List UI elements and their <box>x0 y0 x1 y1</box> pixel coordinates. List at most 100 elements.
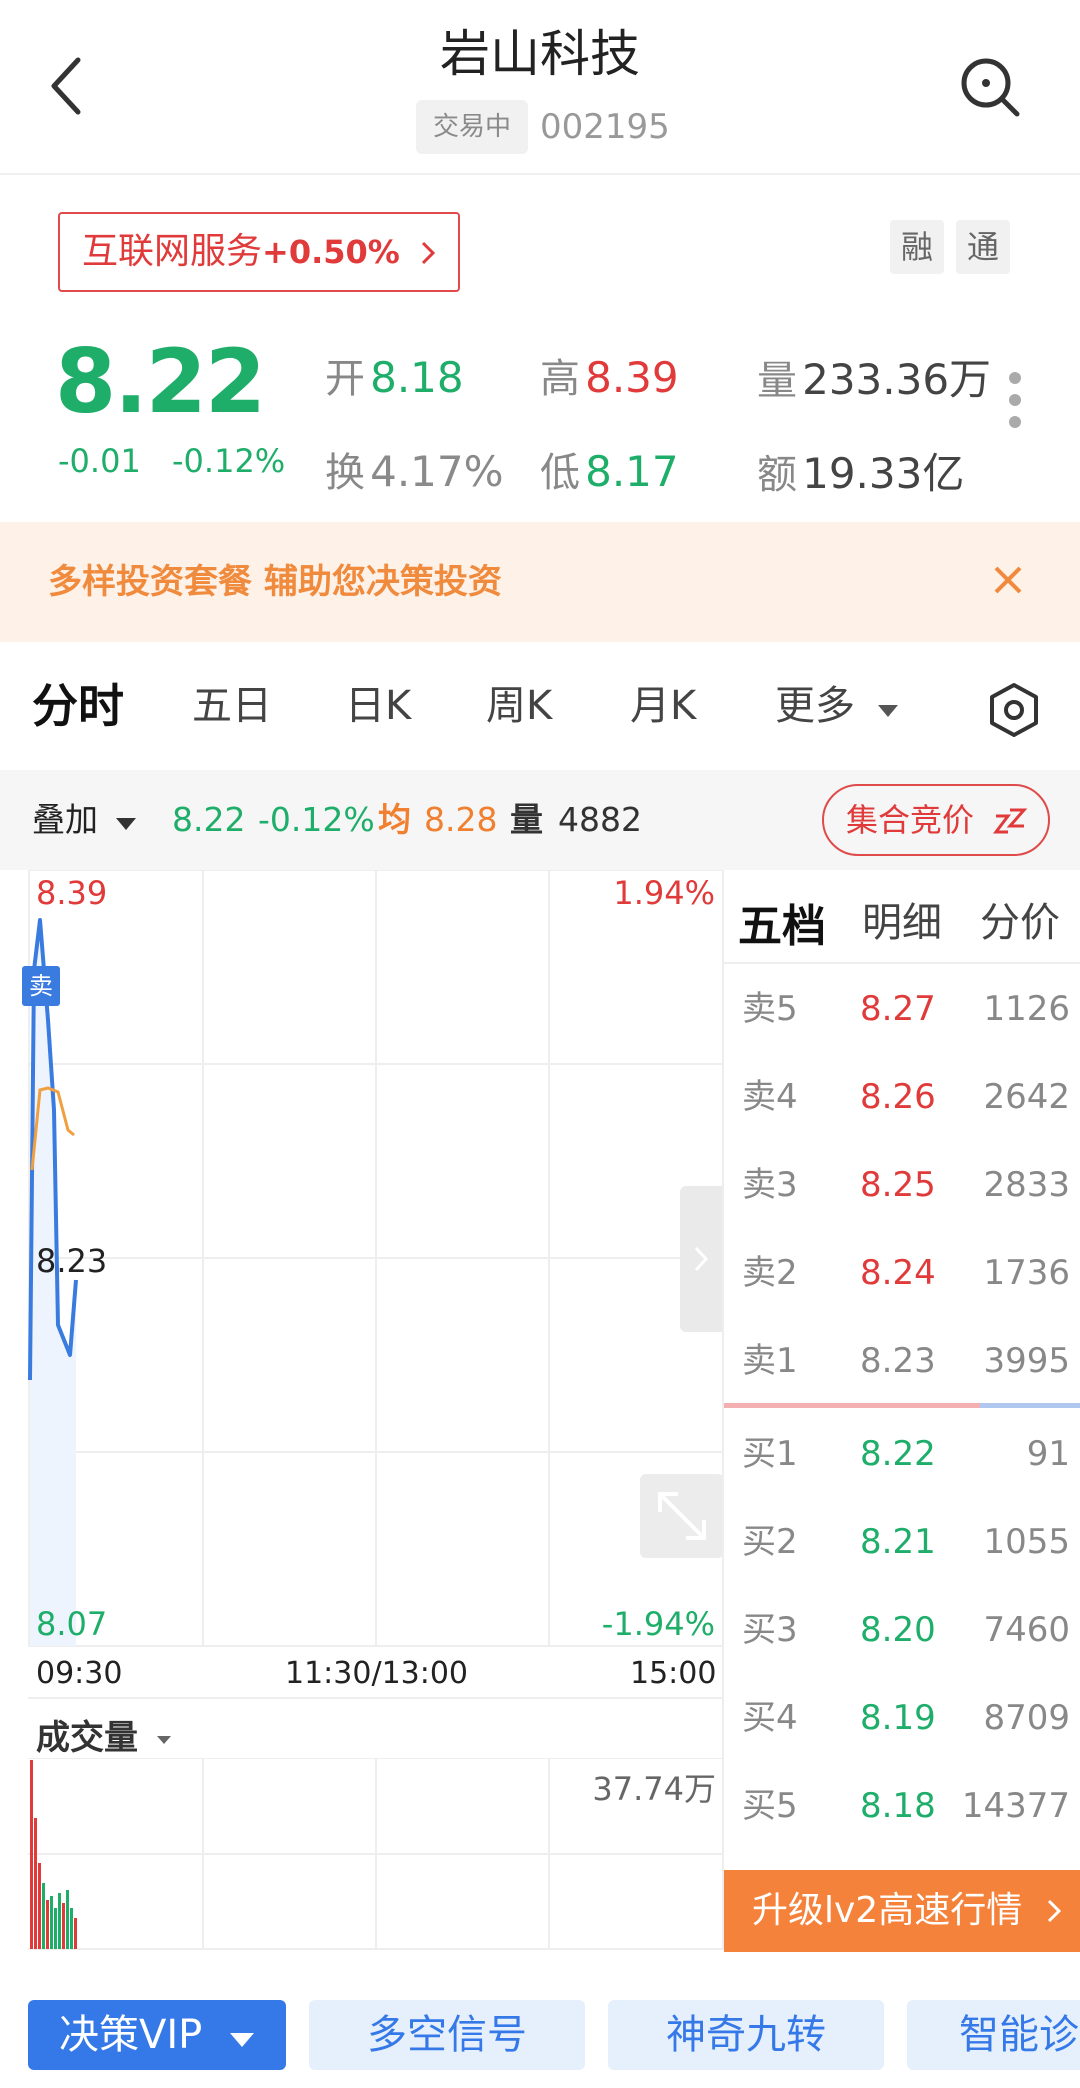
price-change: -0.01 <box>58 442 141 480</box>
magic-nine-button[interactable]: 神奇九转 <box>608 2000 884 2070</box>
vol-label: 量 <box>510 800 543 839</box>
sell-row[interactable]: 卖1 8.23 3995 <box>724 1317 1080 1405</box>
caret-down-icon <box>877 705 898 717</box>
open-value: 8.18 <box>370 353 464 402</box>
overlay-pct: -0.12% <box>258 800 375 839</box>
buy-row[interactable]: 买2 8.21 1055 <box>724 1498 1080 1586</box>
y-low-label: 8.07 <box>36 1605 108 1643</box>
chevron-right-icon <box>1047 1899 1062 1923</box>
volume-stat: 量 233.36万 <box>757 346 991 407</box>
vol-value: 4882 <box>558 800 642 839</box>
tab-more[interactable]: 更多 <box>775 642 900 770</box>
overlay-bar: 叠加 8.22 -0.12% 均 8.28 量 4882 集合竞价 <box>0 770 1080 870</box>
order-book: 五档 明细 分价 卖5 8.27 1126 卖4 8.26 2642 卖3 8.25 283… <box>722 870 1080 1950</box>
time-end: 15:00 <box>630 1656 717 1691</box>
tab-daily-k[interactable]: 日K <box>345 642 411 770</box>
volume-max-label: 37.74万 <box>592 1770 716 1808</box>
open-stat: 开 8.18 <box>325 346 464 404</box>
buy-row[interactable]: 买5 8.18 14377 <box>724 1762 1080 1850</box>
buy-ratio-bar <box>980 1403 1080 1408</box>
tab-five-levels[interactable]: 五档 <box>738 890 826 954</box>
volume-label: 量 <box>757 358 797 404</box>
auction-icon <box>993 808 1028 834</box>
long-short-signal-button[interactable]: 多空信号 <box>309 2000 585 2070</box>
stock-code: 002195 <box>540 107 670 147</box>
tab-five-day[interactable]: 五日 <box>192 642 272 770</box>
pct-low-label: -1.94% <box>601 1605 715 1643</box>
page-title: 岩山科技 <box>440 25 640 83</box>
tab-details[interactable]: 明细 <box>862 890 942 948</box>
chevron-right-icon <box>694 1246 709 1272</box>
buy-row[interactable]: 买3 8.20 7460 <box>724 1586 1080 1674</box>
upgrade-label: 升级lv2高速行情 <box>752 1890 1023 1931</box>
volume-dropdown[interactable]: 成交量 <box>36 1710 172 1759</box>
volume-chart: 37.74万 <box>28 1757 722 1950</box>
price-change-pct: -0.12% <box>172 442 286 480</box>
low-label: 低 <box>540 450 580 496</box>
tab-monthly-k[interactable]: 月K <box>630 642 696 770</box>
sector-tag[interactable]: 互联网服务+0.50% <box>58 212 460 292</box>
sell-row[interactable]: 卖2 8.24 1736 <box>724 1229 1080 1317</box>
buy-row[interactable]: 买1 8.22 91 <box>724 1410 1080 1498</box>
turnover-stat: 换 4.17% <box>325 440 504 498</box>
y-high-label: 8.39 <box>36 874 108 912</box>
fullscreen-icon[interactable] <box>640 1474 724 1558</box>
y-mid-label: 8.23 <box>36 1242 108 1280</box>
low-stat: 低 8.17 <box>540 440 679 498</box>
current-price: 8.22 <box>55 330 266 433</box>
high-label: 高 <box>540 356 580 402</box>
avg-value: 8.28 <box>424 800 498 839</box>
connect-tag: 通 <box>956 220 1010 274</box>
sector-name: 互联网服务 <box>82 231 263 272</box>
sell-marker[interactable]: 卖 <box>22 966 60 1006</box>
chart-tab-bar: 分时 五日 日K 周K 月K 更多 <box>0 642 1080 770</box>
overlay-dropdown[interactable]: 叠加 <box>32 770 137 870</box>
tab-intraday[interactable]: 分时 <box>32 642 124 770</box>
close-icon[interactable] <box>978 550 1038 610</box>
sell-ratio-bar <box>724 1403 980 1408</box>
settings-icon[interactable] <box>984 680 1044 740</box>
low-value: 8.17 <box>585 447 679 496</box>
decision-vip-label: 决策VIP <box>59 2012 203 2058</box>
chevron-right-icon <box>421 241 436 265</box>
amount-value: 19.33亿 <box>802 449 965 498</box>
search-icon[interactable] <box>955 52 1025 122</box>
auction-label: 集合竞价 <box>846 801 975 839</box>
status-badge: 交易中 <box>416 100 528 154</box>
decision-vip-button[interactable]: 决策VIP <box>28 2000 286 2070</box>
turnover-value: 4.17% <box>370 447 504 496</box>
sell-row[interactable]: 卖4 8.26 2642 <box>724 1053 1080 1141</box>
auction-button[interactable]: 集合竞价 <box>822 784 1050 856</box>
overlay-label: 叠加 <box>32 800 98 839</box>
header: 岩山科技 交易中 002195 <box>0 0 1080 175</box>
high-value: 8.39 <box>585 353 679 402</box>
smart-diagnosis-button[interactable]: 智能诊 <box>907 2000 1080 2070</box>
sector-change: +0.50% <box>262 233 400 271</box>
caret-down-icon <box>115 818 136 830</box>
sell-row[interactable]: 卖3 8.25 2833 <box>724 1141 1080 1229</box>
volume-value: 233.36万 <box>802 355 992 404</box>
high-stat: 高 8.39 <box>540 346 679 404</box>
caret-down-icon <box>230 2033 254 2047</box>
divider <box>28 1697 722 1699</box>
pct-high-label: 1.94% <box>613 874 715 912</box>
expand-panel-handle[interactable] <box>680 1186 722 1332</box>
amount-label: 额 <box>757 452 797 498</box>
volume-title: 成交量 <box>36 1718 138 1758</box>
intraday-chart[interactable]: 8.39 1.94% 8.23 8.07 -1.94% 卖 <box>22 869 724 1647</box>
promo-banner[interactable]: 多样投资套餐 辅助您决策投资 <box>0 522 1080 642</box>
margin-tag: 融 <box>890 220 944 274</box>
open-label: 开 <box>325 356 365 402</box>
amount-stat: 额 19.33亿 <box>757 440 964 501</box>
more-options-icon[interactable] <box>1000 370 1030 440</box>
tab-price-distribution[interactable]: 分价 <box>980 890 1060 948</box>
tab-weekly-k[interactable]: 周K <box>486 642 552 770</box>
divider <box>724 962 1080 964</box>
avg-label: 均 <box>378 800 411 839</box>
buy-row[interactable]: 买4 8.19 8709 <box>724 1674 1080 1762</box>
sell-row[interactable]: 卖5 8.27 1126 <box>724 965 1080 1053</box>
caret-down-icon <box>156 1735 171 1744</box>
time-mid: 11:30/13:00 <box>285 1656 469 1691</box>
upgrade-lv2-button[interactable]: 升级lv2高速行情 <box>724 1870 1080 1952</box>
overlay-price: 8.22 <box>172 800 246 839</box>
